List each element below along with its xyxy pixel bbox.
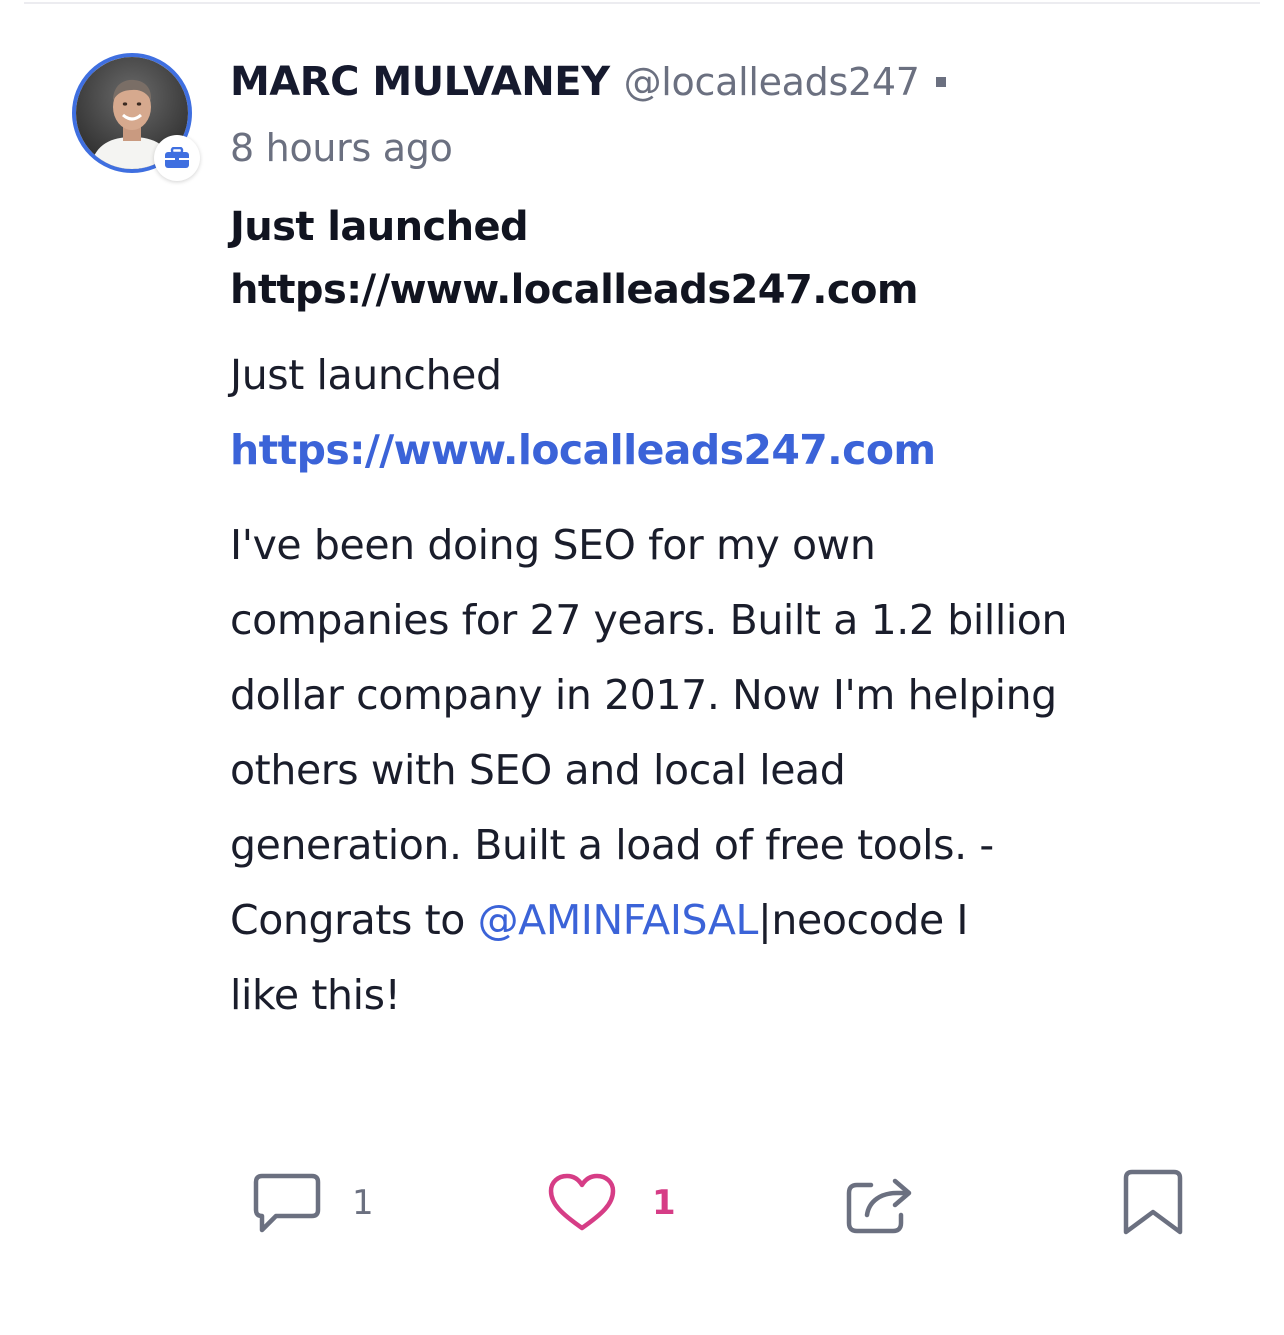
comment-button[interactable]: 1	[252, 1168, 374, 1238]
body-line: I've been doing SEO for my own	[230, 521, 876, 569]
like-count: 1	[652, 1183, 676, 1223]
post-title-line: https://www.localleads247.com	[230, 267, 919, 313]
author-name[interactable]: MARC MULVANEY	[230, 59, 610, 105]
share-button[interactable]	[843, 1168, 917, 1238]
business-badge	[154, 135, 200, 181]
user-mention[interactable]: @AMINFAISAL	[478, 896, 759, 944]
body-line: Just launched	[230, 351, 502, 399]
author-handle[interactable]: @localleads247	[624, 60, 920, 104]
body-line: companies for 27 years. Built a 1.2 bill…	[230, 596, 1068, 644]
post-title: Just launched https://www.localleads247.…	[230, 196, 1240, 322]
author-avatar-wrap[interactable]	[72, 53, 200, 181]
separator-dot	[935, 77, 946, 87]
post-title-line: Just launched	[230, 204, 529, 250]
body-line-mention: Congrats to @AMINFAISAL|neocode I	[230, 883, 1240, 958]
comment-count: 1	[352, 1183, 374, 1223]
mention-prefix: Congrats to	[230, 896, 478, 944]
post-body: I've been doing SEO for my own companies…	[230, 508, 1240, 1033]
like-button[interactable]: 1	[546, 1168, 676, 1238]
body-line: generation. Built a load of free tools. …	[230, 821, 994, 869]
comment-icon	[252, 1170, 322, 1236]
post-header: MARC MULVANEY @localleads247	[230, 56, 946, 108]
post-body-launch: Just launched https://www.localleads247.…	[230, 338, 1240, 488]
body-line: dollar company in 2017. Now I'm helping	[230, 671, 1057, 719]
mention-suffix: |neocode I	[758, 896, 969, 944]
post-card: MARC MULVANEY @localleads247 8 hours ago…	[0, 0, 1284, 1335]
post-link[interactable]: https://www.localleads247.com	[230, 426, 936, 474]
share-icon	[843, 1171, 917, 1235]
post-timestamp: 8 hours ago	[230, 126, 453, 170]
body-line: others with SEO and local lead	[230, 746, 846, 794]
heart-icon	[546, 1172, 618, 1234]
body-line: like this!	[230, 971, 401, 1019]
briefcase-icon	[165, 147, 189, 168]
bookmark-button[interactable]	[1122, 1168, 1184, 1238]
bookmark-icon	[1122, 1168, 1184, 1238]
